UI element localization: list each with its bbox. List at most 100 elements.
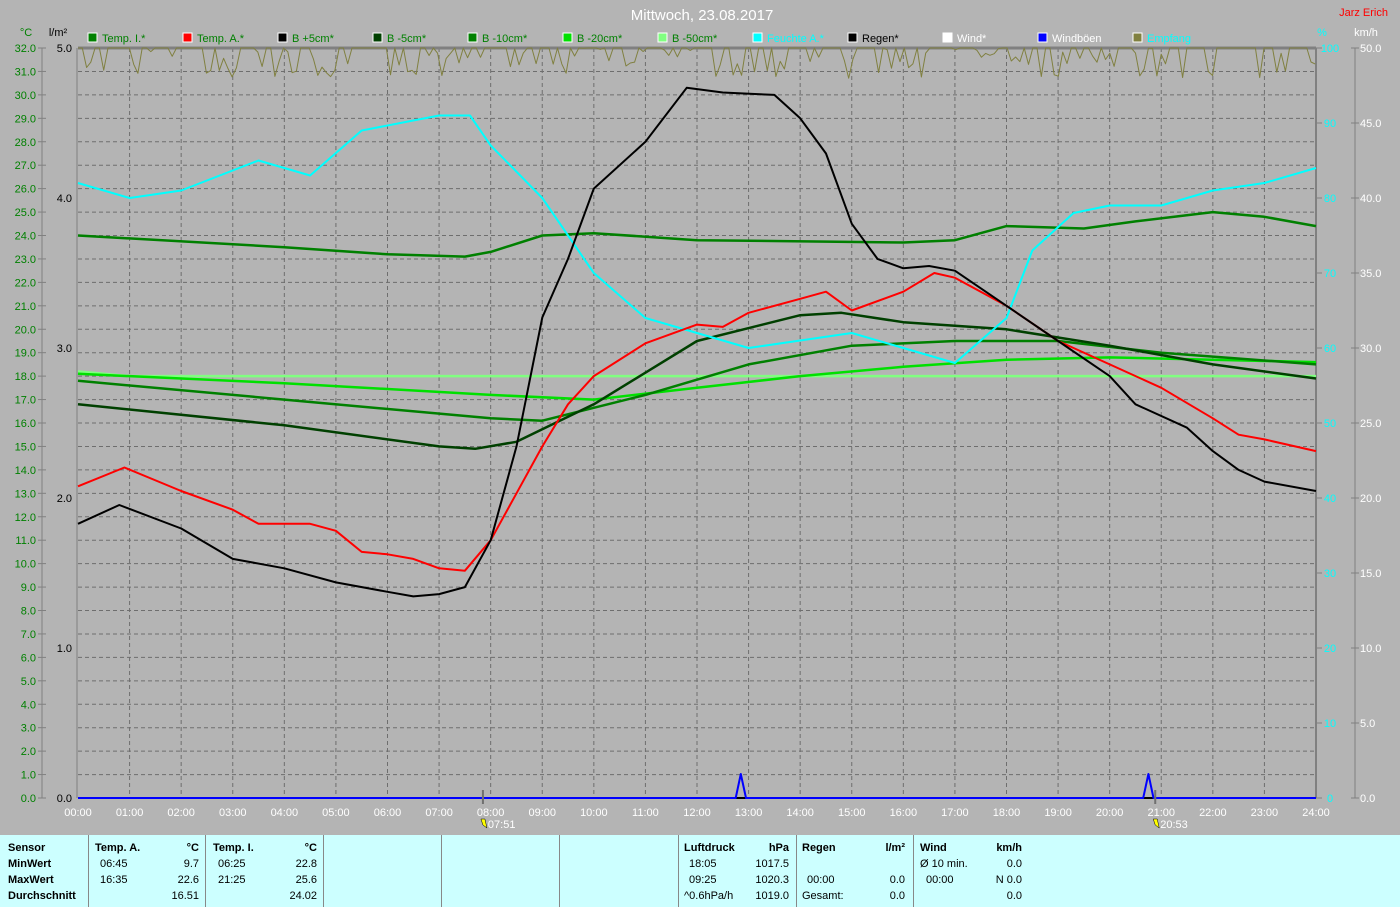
author-label: Jarz Erich xyxy=(1339,7,1388,19)
temp-a-min: 9.7 xyxy=(183,858,199,870)
humidity-tick-label: 40 xyxy=(1324,493,1336,505)
wind-tick-label: 50.0 xyxy=(1360,43,1381,55)
temp-a-title: Temp. A. xyxy=(95,842,141,854)
sunrise-time: 07:51 xyxy=(488,819,516,831)
pressure-stats: Luftdruck hPa 18:05 1017.5 09:25 1020.3 … xyxy=(679,835,797,907)
x-tick-label: 19:00 xyxy=(1044,807,1072,819)
weather-chart: Mittwoch, 23.08.2017 Jarz Erich °C l/m² … xyxy=(15,7,1388,831)
wind-tick-label: 5.0 xyxy=(1360,718,1375,730)
x-tick-label: 07:00 xyxy=(425,807,453,819)
wind-avg: 0.0 xyxy=(1006,858,1022,870)
legend-label: B -20cm* xyxy=(577,33,623,45)
legend-label: B -50cm* xyxy=(672,33,718,45)
rain-total-label: Gesamt: xyxy=(802,890,844,902)
temp-tick-label: 3.0 xyxy=(21,723,36,735)
rain-unit: l/m² xyxy=(885,842,905,854)
x-tick-label: 15:00 xyxy=(838,807,866,819)
x-tick-label: 21:00 xyxy=(1147,807,1175,819)
temp-tick-label: 1.0 xyxy=(21,770,36,782)
pressure-max-time: 09:25 xyxy=(689,874,717,886)
empty-column xyxy=(442,835,560,907)
wind-tick-label: 40.0 xyxy=(1360,193,1381,205)
legend-swatch xyxy=(182,32,193,43)
legend: Temp. I.* Temp. A.* B +5cm* B -5cm* B -10cm*… xyxy=(87,32,1191,45)
stats-panel: Sensor MinWert MaxWert Durchschnitt Temp… xyxy=(0,835,1400,907)
legend-label: Temp. A.* xyxy=(197,33,245,45)
legend-swatch xyxy=(467,32,478,43)
rain-tick-label: 2.0 xyxy=(57,493,72,505)
legend-swatch xyxy=(847,32,858,43)
legend-label: B -10cm* xyxy=(482,33,528,45)
humidity-tick-label: 70 xyxy=(1324,268,1336,280)
x-tick-label: 23:00 xyxy=(1251,807,1279,819)
legend-swatch xyxy=(657,32,668,43)
humidity-tick-label: 20 xyxy=(1324,643,1336,655)
temp-tick-label: 27.0 xyxy=(15,160,36,172)
x-tick-label: 02:00 xyxy=(167,807,195,819)
pressure-current: 1019.0 xyxy=(755,890,789,902)
wind-tick-label: 25.0 xyxy=(1360,418,1381,430)
temp-a-max: 22.6 xyxy=(177,874,199,886)
x-tick-label: 24:00 xyxy=(1302,807,1330,819)
temp-i-max-time: 21:25 xyxy=(218,874,246,886)
temp-tick-label: 8.0 xyxy=(21,606,36,618)
x-tick-label: 09:00 xyxy=(528,807,556,819)
pressure-min: 1017.5 xyxy=(755,858,789,870)
wind-tick-label: 20.0 xyxy=(1360,493,1381,505)
temp-a-max-time: 16:35 xyxy=(100,874,128,886)
rain-time: 00:00 xyxy=(807,874,835,886)
humidity-axis-unit: % xyxy=(1317,27,1327,39)
wind-tick-label: 10.0 xyxy=(1360,643,1381,655)
temp-tick-label: 9.0 xyxy=(21,582,36,594)
temp-tick-label: 6.0 xyxy=(21,652,36,664)
legend-label: B -5cm* xyxy=(387,33,427,45)
legend-label: Regen* xyxy=(862,33,899,45)
rain-total: 0.0 xyxy=(889,890,905,902)
temp-tick-label: 7.0 xyxy=(21,629,36,641)
legend-swatch xyxy=(562,32,573,43)
humidity-tick-label: 0 xyxy=(1327,793,1333,805)
wind-tick-label: 45.0 xyxy=(1360,118,1381,130)
sunset-time: 20:53 xyxy=(1160,819,1188,831)
temp-a-unit: °C xyxy=(186,842,199,854)
x-tick-label: 20:00 xyxy=(1096,807,1124,819)
pressure-title: Luftdruck xyxy=(684,842,735,854)
humidity-tick-label: 60 xyxy=(1324,343,1336,355)
rain-tick-label: 1.0 xyxy=(57,643,72,655)
legend-label: Temp. I.* xyxy=(102,33,146,45)
wind-current: 0.0 xyxy=(1006,890,1022,902)
temp-tick-label: 15.0 xyxy=(15,441,36,453)
legend-swatch xyxy=(752,32,763,43)
legend-label: Empfang xyxy=(1147,33,1191,45)
temp-tick-label: 2.0 xyxy=(21,746,36,758)
wind-stats: Wind km/h Ø 10 min. 0.0 00:00 N 0.0 0.0 xyxy=(914,835,1029,907)
humidity-tick-label: 80 xyxy=(1324,193,1336,205)
min-label: MinWert xyxy=(8,858,52,870)
x-tick-label: 06:00 xyxy=(374,807,402,819)
temp-tick-label: 14.0 xyxy=(15,465,36,477)
temp-i-stats: Temp. I. °C 06:25 22.8 21:25 25.6 24.02 xyxy=(206,835,324,907)
x-tick-label: 01:00 xyxy=(116,807,144,819)
humidity-tick-label: 10 xyxy=(1324,718,1336,730)
x-tick-label: 11:00 xyxy=(632,807,659,819)
rain-axis-unit: l/m² xyxy=(49,27,68,39)
legend-swatch xyxy=(277,32,288,43)
temp-tick-label: 0.0 xyxy=(21,793,36,805)
temp-tick-label: 22.0 xyxy=(15,277,36,289)
temp-tick-label: 25.0 xyxy=(15,207,36,219)
temp-tick-label: 10.0 xyxy=(15,559,36,571)
temp-tick-label: 5.0 xyxy=(21,676,36,688)
x-tick-label: 13:00 xyxy=(735,807,763,819)
temp-tick-label: 13.0 xyxy=(15,488,36,500)
temp-a-avg: 16.51 xyxy=(171,890,199,902)
temp-tick-label: 21.0 xyxy=(15,301,36,313)
rain-tick-label: 3.0 xyxy=(57,343,72,355)
x-tick-label: 12:00 xyxy=(683,807,711,819)
legend-swatch xyxy=(942,32,953,43)
legend-label: Wind* xyxy=(957,33,987,45)
x-tick-label: 10:00 xyxy=(580,807,608,819)
temp-tick-label: 19.0 xyxy=(15,348,36,360)
temp-tick-label: 29.0 xyxy=(15,113,36,125)
wind-max: N 0.0 xyxy=(995,874,1022,886)
rain-tick-label: 5.0 xyxy=(57,43,72,55)
